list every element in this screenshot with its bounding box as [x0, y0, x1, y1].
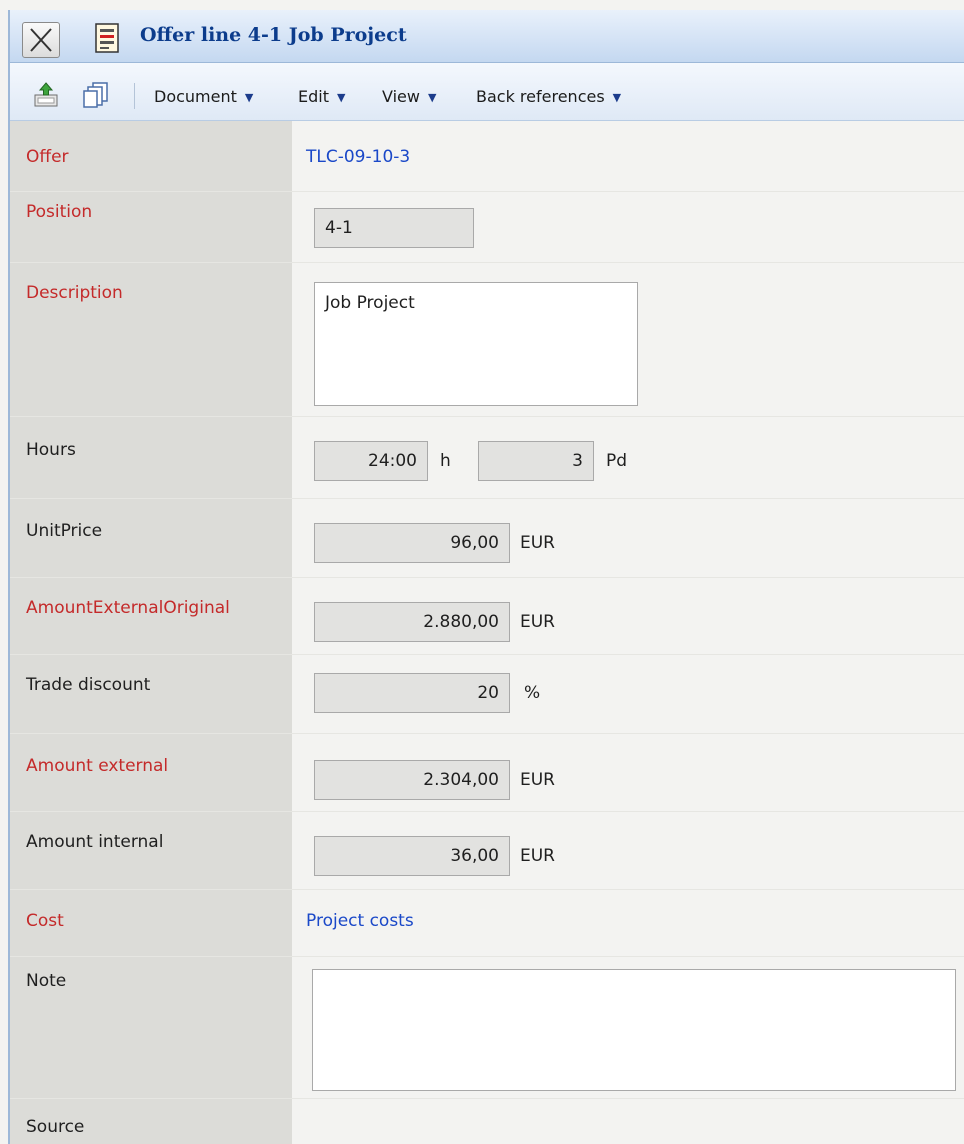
row-amount-external: Amount external 2.304,00 EUR: [10, 734, 964, 812]
document-icon: [95, 23, 119, 53]
trade-discount-unit: %: [524, 683, 541, 703]
row-offer: Offer TLC-09-10-3: [10, 121, 964, 192]
description-textarea[interactable]: Job Project: [314, 282, 638, 406]
menu-back-references-label: Back references: [476, 87, 605, 106]
dropdown-arrow-icon: ▼: [336, 91, 346, 104]
amount-internal-field[interactable]: 36,00: [314, 836, 510, 876]
dropdown-arrow-icon: ▼: [427, 91, 437, 104]
amount-external-field[interactable]: 2.304,00: [314, 760, 510, 800]
row-amount-internal: Amount internal 36,00 EUR: [10, 812, 964, 890]
menu-view[interactable]: View ▼: [382, 87, 436, 106]
toolbar: Document ▼ Edit ▼ View ▼ Back references ▼: [10, 63, 964, 121]
amount-internal-label: Amount internal: [26, 832, 164, 852]
copy-icon[interactable]: [82, 81, 110, 109]
row-cost: Cost Project costs: [10, 890, 964, 957]
menu-back-references[interactable]: Back references ▼: [476, 87, 621, 106]
menu-edit[interactable]: Edit ▼: [298, 87, 345, 106]
source-label: Source: [26, 1117, 85, 1137]
hours-field[interactable]: 24:00: [314, 441, 428, 481]
row-source: Source: [10, 1099, 964, 1144]
trade-discount-label: Trade discount: [26, 675, 151, 695]
menu-view-label: View: [382, 87, 420, 106]
note-textarea[interactable]: [312, 969, 956, 1091]
amount-external-original-label: AmountExternalOriginal: [26, 598, 230, 618]
unit-price-label: UnitPrice: [26, 521, 103, 541]
person-days-unit: Pd: [606, 451, 628, 471]
title-bar: Offer line 4-1 Job Project: [10, 10, 964, 63]
amount-external-original-field[interactable]: 2.880,00: [314, 602, 510, 642]
amount-internal-currency: EUR: [520, 846, 555, 866]
trade-discount-field[interactable]: 20: [314, 673, 510, 713]
row-amount-external-original: AmountExternalOriginal 2.880,00 EUR: [10, 578, 964, 655]
save-icon[interactable]: [32, 81, 60, 109]
dropdown-arrow-icon: ▼: [244, 91, 254, 104]
toolbar-separator: [134, 83, 135, 109]
menu-document-label: Document: [154, 87, 237, 106]
amount-external-original-currency: EUR: [520, 612, 555, 632]
amount-external-label: Amount external: [26, 756, 169, 776]
cost-link[interactable]: Project costs: [306, 911, 414, 931]
menu-edit-label: Edit: [298, 87, 329, 106]
description-label: Description: [26, 283, 123, 303]
dropdown-arrow-icon: ▼: [612, 91, 622, 104]
menu-document[interactable]: Document ▼: [154, 87, 253, 106]
row-note: Note: [10, 957, 964, 1099]
position-label: Position: [26, 202, 93, 222]
form-window: Offer line 4-1 Job Project Document ▼ Edi…: [8, 10, 964, 1144]
person-days-field[interactable]: 3: [478, 441, 594, 481]
hours-label: Hours: [26, 440, 76, 460]
close-icon: [30, 28, 52, 52]
note-label: Note: [26, 971, 67, 991]
unit-price-currency: EUR: [520, 533, 555, 553]
offer-link[interactable]: TLC-09-10-3: [306, 147, 410, 167]
row-description: Description Job Project: [10, 263, 964, 417]
row-position: Position 4-1: [10, 192, 964, 263]
row-unit-price: UnitPrice 96,00 EUR: [10, 499, 964, 578]
amount-external-currency: EUR: [520, 770, 555, 790]
offer-label: Offer: [26, 147, 69, 167]
row-trade-discount: Trade discount 20 %: [10, 655, 964, 734]
unit-price-field[interactable]: 96,00: [314, 523, 510, 563]
row-hours: Hours 24:00 h 3 Pd: [10, 417, 964, 499]
position-field[interactable]: 4-1: [314, 208, 474, 248]
close-button[interactable]: [22, 22, 60, 58]
hours-unit: h: [440, 451, 451, 471]
cost-label: Cost: [26, 911, 64, 931]
window-title: Offer line 4-1 Job Project: [140, 24, 407, 46]
